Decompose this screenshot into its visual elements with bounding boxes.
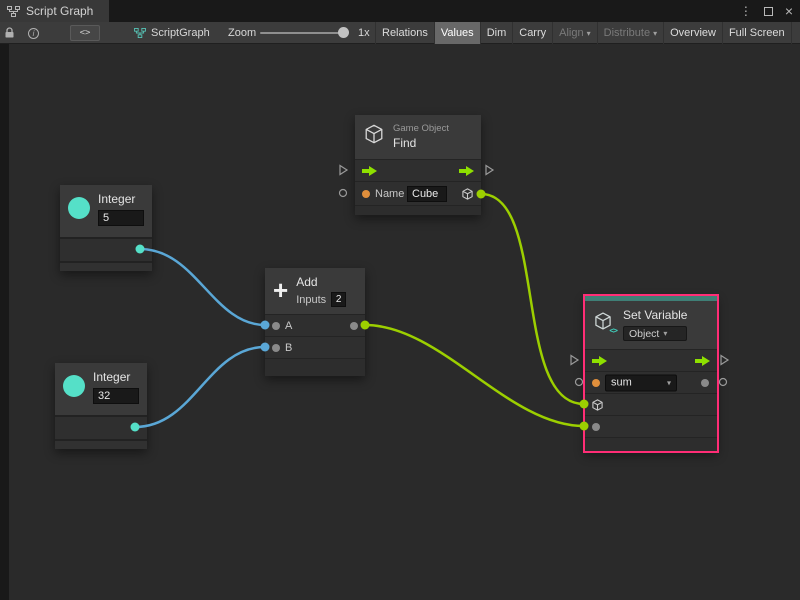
script-graph-asset-icon — [134, 22, 146, 44]
node-footer — [585, 437, 717, 451]
fullscreen-button[interactable]: Full Screen — [723, 22, 792, 44]
tab-script-graph[interactable]: Script Graph — [0, 0, 109, 22]
node-footer — [355, 205, 481, 215]
dim-button[interactable]: Dim — [481, 22, 514, 44]
graph-toolbar: i <> ScriptGraph Zoom 1x Relations Value… — [0, 22, 800, 44]
align-button[interactable]: Align▾ — [553, 22, 597, 44]
lock-icon[interactable] — [4, 22, 15, 44]
control-output-port[interactable] — [695, 356, 710, 366]
toolbar-buttons: Relations Values Dim Carry Align▾ Distri… — [375, 22, 792, 44]
output-port-row[interactable] — [55, 415, 147, 439]
variable-name-dropdown[interactable]: sum ▾ — [605, 374, 677, 391]
node-footer — [265, 358, 365, 376]
chevron-down-icon: ▾ — [653, 29, 657, 38]
values-button[interactable]: Values — [435, 22, 481, 44]
chevron-down-icon: ▾ — [587, 29, 591, 38]
close-icon[interactable]: × — [785, 4, 793, 18]
set-variable-icon: <> — [593, 311, 615, 333]
maximize-icon[interactable] — [764, 7, 773, 16]
control-input-port[interactable] — [592, 356, 607, 366]
inputs-count-field[interactable]: 2 — [331, 292, 346, 307]
game-object-output-port[interactable] — [461, 187, 474, 200]
name-label: Name — [375, 188, 404, 200]
control-input-port[interactable] — [362, 166, 377, 176]
integer-value-field[interactable]: 5 — [98, 210, 144, 226]
graph-name-label: ScriptGraph — [151, 22, 210, 44]
tab-title: Script Graph — [26, 4, 93, 18]
add-icon: + — [273, 277, 288, 303]
zoom-label: Zoom — [228, 22, 256, 44]
output-port-row[interactable] — [60, 237, 152, 261]
integer-type-icon — [68, 197, 90, 219]
control-output-port[interactable] — [459, 166, 474, 176]
variable-scope-dropdown[interactable]: Object ▾ — [623, 326, 687, 341]
node-footer — [55, 439, 147, 449]
zoom-slider-track[interactable] — [260, 32, 348, 34]
canvas-left-edge — [0, 44, 9, 600]
chevron-down-icon: ▾ — [663, 329, 667, 338]
window-titlebar: Script Graph ⋮ × — [0, 0, 800, 22]
node-title: Find — [393, 136, 416, 150]
node-title: Integer — [98, 193, 144, 206]
node-title: Integer — [93, 371, 139, 384]
integer-value-field[interactable]: 32 — [93, 388, 139, 404]
node-title: Set Variable — [623, 309, 687, 322]
script-graph-icon — [7, 6, 20, 17]
port-label: B — [285, 342, 292, 354]
node-integer-1[interactable]: Integer 5 — [60, 185, 152, 271]
node-footer — [60, 261, 152, 271]
relations-button[interactable]: Relations — [375, 22, 435, 44]
node-category: Game Object — [393, 123, 449, 134]
zoom-slider-handle[interactable] — [338, 27, 349, 38]
info-icon[interactable]: i — [28, 22, 39, 44]
node-integer-2[interactable]: Integer 32 — [55, 363, 147, 449]
node-title: Add — [296, 276, 346, 289]
edit-source-button[interactable]: <> — [70, 25, 100, 41]
value-input-port[interactable] — [592, 423, 600, 431]
window-controls: ⋮ × — [740, 0, 793, 22]
string-input-port[interactable] — [362, 190, 370, 198]
integer-type-icon — [63, 375, 85, 397]
overview-button[interactable]: Overview — [664, 22, 723, 44]
port-label: A — [285, 320, 292, 332]
value-output-port[interactable] — [701, 379, 709, 387]
output-port-sum[interactable] — [350, 322, 358, 330]
game-object-icon — [363, 123, 385, 145]
window-menu-icon[interactable]: ⋮ — [740, 5, 752, 17]
distribute-button[interactable]: Distribute▾ — [598, 22, 664, 44]
variable-name-port[interactable] — [592, 379, 600, 387]
input-port-b[interactable] — [272, 344, 280, 352]
name-value-field[interactable]: Cube — [407, 186, 447, 202]
game-object-input-port[interactable] — [591, 398, 604, 411]
input-port-a[interactable] — [272, 322, 280, 330]
zoom-value: 1x — [358, 22, 370, 44]
node-game-object-find[interactable]: Game Object Find Name Cube — [355, 115, 481, 215]
inputs-label: Inputs — [296, 294, 326, 306]
node-add[interactable]: + Add Inputs 2 A B — [265, 268, 365, 376]
carry-button[interactable]: Carry — [513, 22, 553, 44]
chevron-down-icon: ▾ — [667, 378, 671, 387]
node-set-variable[interactable]: <> Set Variable Object ▾ sum ▾ — [585, 296, 717, 451]
